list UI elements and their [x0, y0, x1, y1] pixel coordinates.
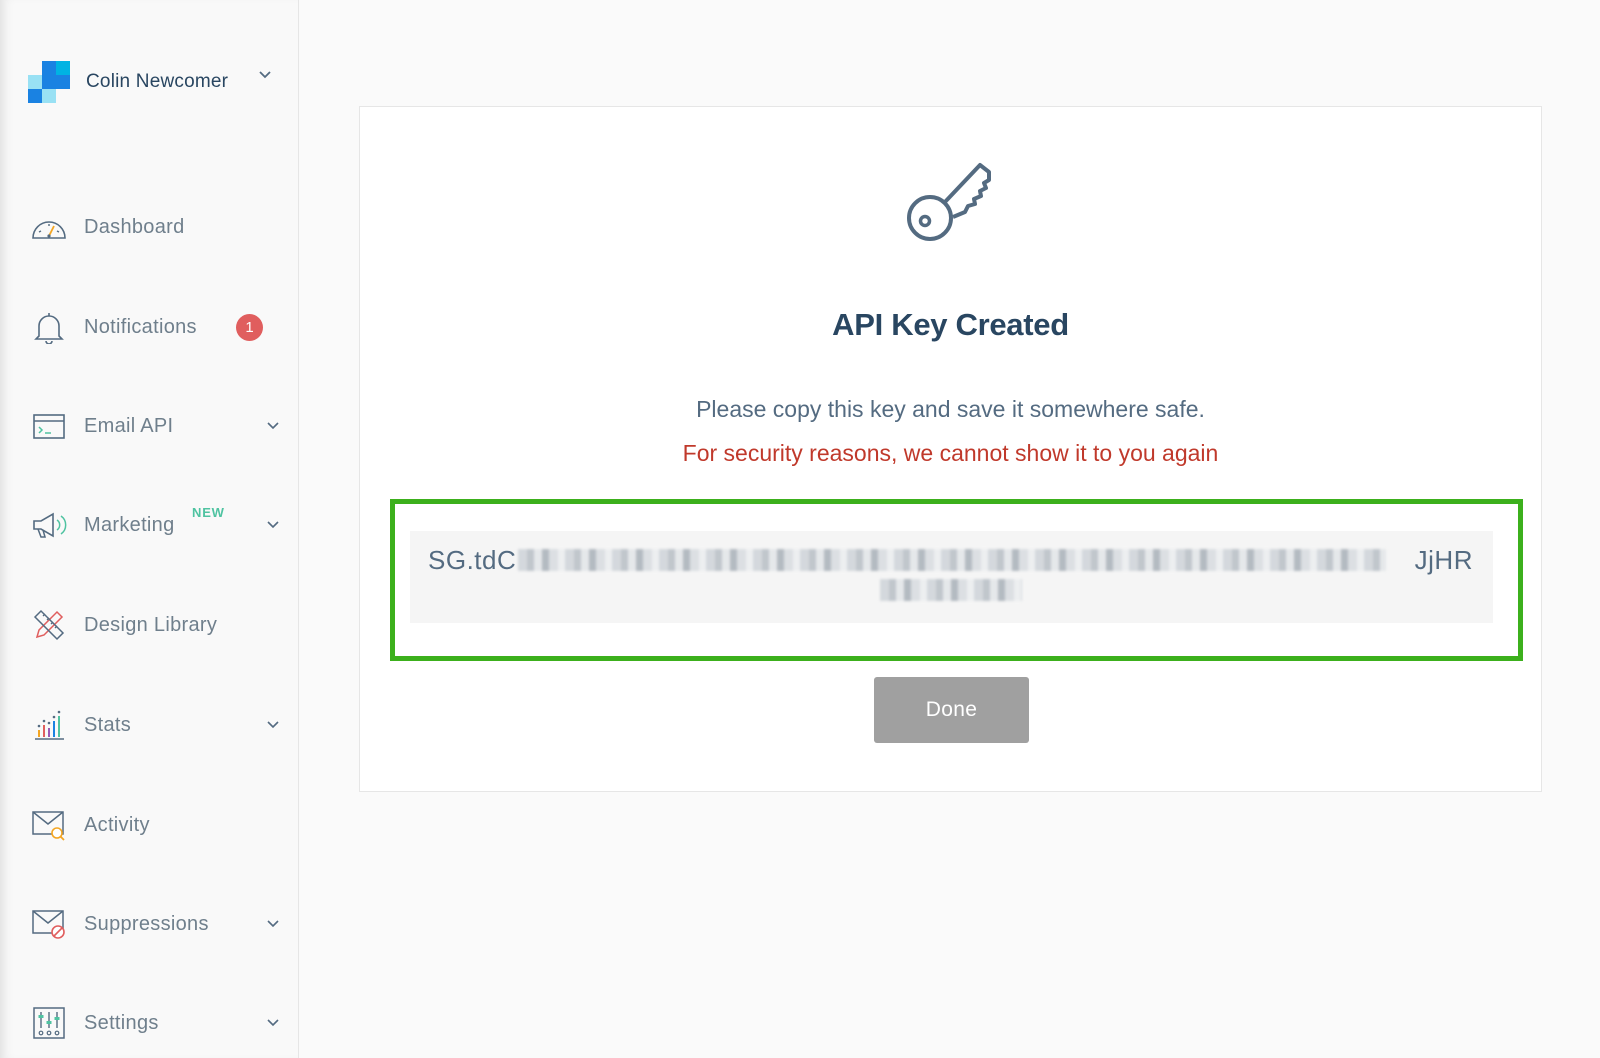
app-root: Colin Newcomer Dashboard Notifications 1…: [0, 0, 1600, 1058]
sidebar-item-label: Suppressions: [84, 912, 209, 935]
dashboard-gauge-icon: [30, 208, 68, 246]
sidebar: Colin Newcomer Dashboard Notifications 1…: [0, 0, 299, 1058]
sidebar-item-settings[interactable]: Settings: [0, 993, 298, 1053]
bar-chart-icon: [30, 706, 68, 744]
envelope-search-icon: [30, 806, 68, 844]
page-title: API Key Created: [832, 307, 1069, 342]
security-warning-text: For security reasons, we cannot show it …: [682, 440, 1219, 466]
chevron-down-icon: [267, 422, 279, 430]
done-button[interactable]: Done: [874, 677, 1029, 743]
sidebar-item-marketing[interactable]: Marketing NEW: [0, 495, 298, 555]
sidebar-item-dashboard[interactable]: Dashboard: [0, 197, 298, 257]
redacted-key-segment: [880, 579, 1022, 601]
sidebar-item-suppressions[interactable]: Suppressions: [0, 894, 298, 954]
redacted-key-segment: [518, 549, 1386, 571]
sidebar-item-email-api[interactable]: Email API: [0, 396, 298, 456]
api-key-prefix: SG.tdC: [428, 545, 517, 575]
sidebar-item-label: Email API: [84, 414, 174, 437]
sidebar-item-label: Design Library: [84, 613, 218, 636]
chevron-down-icon: [267, 1019, 279, 1027]
sidebar-item-label: Marketing: [84, 513, 175, 536]
megaphone-icon: [30, 506, 68, 544]
pencil-ruler-icon: [30, 606, 68, 644]
account-name: Colin Newcomer: [86, 71, 229, 92]
terminal-window-icon: [30, 407, 68, 445]
sidebar-item-label: Settings: [84, 1011, 159, 1034]
sidebar-item-notifications[interactable]: Notifications 1: [0, 297, 298, 357]
chevron-down-icon: [267, 521, 279, 529]
sidebar-item-label: Dashboard: [84, 215, 185, 238]
chevron-down-icon: [259, 71, 271, 79]
notification-count-badge: 1: [236, 313, 263, 341]
sliders-icon: [30, 1004, 68, 1042]
key-icon: [907, 163, 991, 241]
chevron-down-icon: [267, 920, 279, 928]
copy-instruction-text: Please copy this key and save it somewhe…: [696, 396, 1205, 422]
envelope-blocked-icon: [30, 905, 68, 943]
api-key-field[interactable]: SG.tdC JjHR: [410, 531, 1493, 623]
bell-icon: [30, 308, 68, 346]
new-tag-badge: NEW: [192, 505, 225, 520]
sidebar-item-label: Activity: [84, 813, 150, 836]
sidebar-item-label: Stats: [84, 713, 132, 736]
sidebar-item-activity[interactable]: Activity: [0, 795, 298, 855]
sidebar-item-label: Notifications: [84, 315, 197, 338]
chevron-down-icon: [267, 721, 279, 729]
sendgrid-logo-icon: [28, 61, 70, 103]
sidebar-item-design-library[interactable]: Design Library: [0, 595, 298, 655]
api-key-suffix: JjHR: [1414, 545, 1473, 575]
sidebar-item-stats[interactable]: Stats: [0, 695, 298, 755]
account-switcher[interactable]: Colin Newcomer: [28, 60, 278, 104]
